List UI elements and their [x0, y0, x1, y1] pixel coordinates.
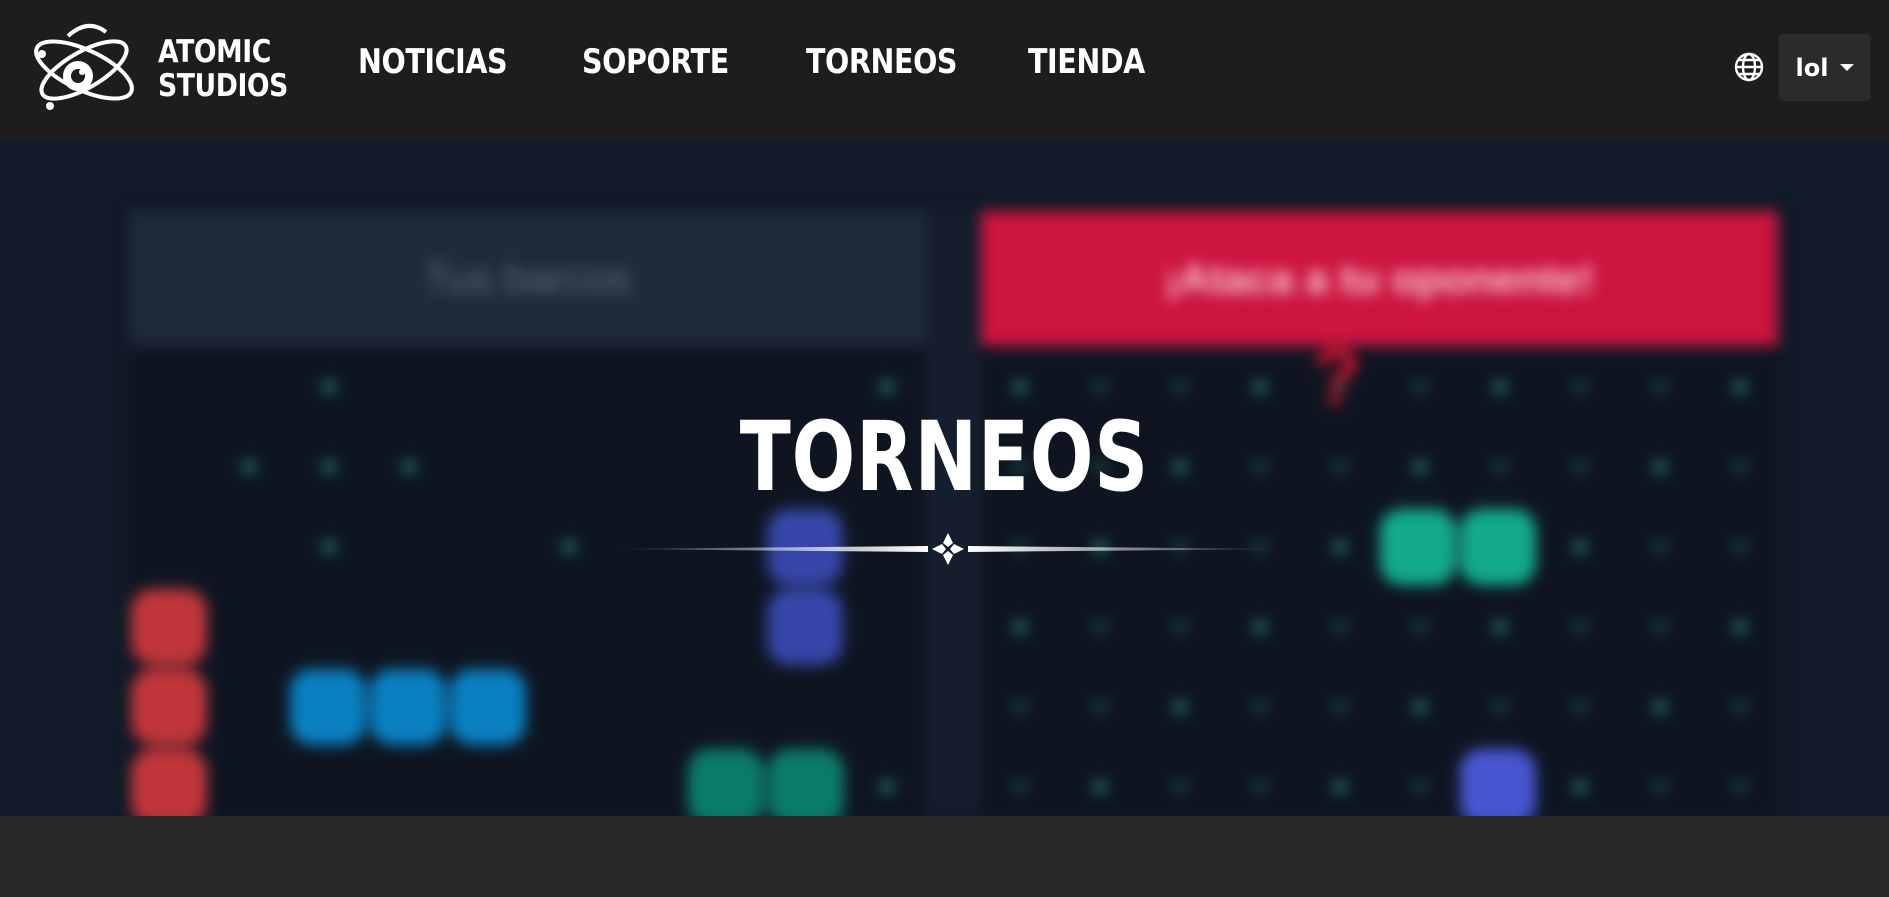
ship-segment	[688, 749, 764, 816]
grid-dot	[1094, 381, 1106, 393]
grid-dot	[1414, 621, 1426, 633]
brand-name: ATOMIC STUDIOS	[158, 35, 288, 103]
grid-dot	[323, 381, 335, 393]
page-title-text: TORNEOS	[739, 401, 1150, 513]
grid-dot	[881, 781, 893, 793]
grid-dot	[1494, 701, 1506, 713]
grid-dot	[1414, 381, 1426, 393]
ship-segment	[131, 749, 207, 816]
board-gap	[925, 211, 981, 816]
grid-dot	[1574, 701, 1586, 713]
user-menu-dropdown[interactable]: lol	[1779, 34, 1871, 101]
atom-logo-icon	[34, 24, 134, 110]
grid-dot	[1014, 381, 1026, 393]
grid-dot	[1574, 541, 1586, 553]
grid-dot	[1654, 701, 1666, 713]
grid-dot	[323, 541, 335, 553]
grid-dot	[1254, 381, 1266, 393]
hit-ship-segment	[1460, 749, 1536, 816]
grid-dot	[1734, 541, 1746, 553]
grid-dot	[1094, 781, 1106, 793]
grid-dot	[1254, 781, 1266, 793]
grid-dot	[1334, 781, 1346, 793]
hit-ship-segment	[1380, 509, 1456, 585]
ship-segment	[450, 669, 526, 745]
ship-segment	[290, 669, 366, 745]
grid-dot	[1174, 381, 1186, 393]
your-ships-header: Tus barcos	[130, 211, 925, 346]
grid-dot	[1654, 781, 1666, 793]
ship-segment	[768, 749, 844, 816]
attack-opponent-header: ¡Ataca a tu oponente!	[981, 211, 1778, 346]
ship-segment	[370, 669, 446, 745]
grid-dot	[1574, 621, 1586, 633]
grid-dot	[1414, 701, 1426, 713]
grid-dot	[1494, 621, 1506, 633]
grid-dot	[1574, 781, 1586, 793]
page-title: TORNEOS	[0, 401, 1889, 513]
grid-dot	[1254, 621, 1266, 633]
grid-dot	[1174, 621, 1186, 633]
top-navbar: ATOMIC STUDIOS NOTICIAS SOPORTE TORNEOS …	[0, 0, 1889, 141]
globe-icon[interactable]	[1733, 51, 1765, 83]
ornament-divider-icon	[608, 533, 1288, 565]
nav-tienda[interactable]: TIENDA	[1028, 42, 1145, 82]
main-nav: NOTICIAS SOPORTE TORNEOS TIENDA	[358, 42, 1231, 82]
nav-soporte[interactable]: SOPORTE	[582, 42, 729, 82]
grid-dot	[1334, 541, 1346, 553]
grid-dot	[1014, 701, 1026, 713]
grid-dot	[1414, 781, 1426, 793]
grid-dot	[1334, 701, 1346, 713]
footer-strip	[0, 816, 1889, 897]
grid-dot	[1734, 621, 1746, 633]
grid-dot	[1094, 701, 1106, 713]
nav-noticias[interactable]: NOTICIAS	[358, 42, 508, 82]
grid-dot	[1014, 781, 1026, 793]
grid-dot	[1174, 781, 1186, 793]
grid-dot	[1494, 381, 1506, 393]
caret-down-icon	[1840, 64, 1855, 71]
grid-dot	[1734, 381, 1746, 393]
grid-dot	[563, 541, 575, 553]
grid-dot	[1574, 381, 1586, 393]
grid-dot	[1174, 701, 1186, 713]
user-menu-label: lol	[1795, 53, 1829, 82]
ship-segment	[767, 589, 843, 665]
brand-home-link[interactable]: ATOMIC STUDIOS	[28, 14, 309, 124]
grid-dot	[1014, 621, 1026, 633]
grid-dot	[1654, 621, 1666, 633]
brand-line-2: STUDIOS	[158, 68, 288, 104]
grid-dot	[1094, 621, 1106, 633]
grid-dot	[1254, 701, 1266, 713]
hit-ship-segment	[1460, 509, 1536, 585]
grid-dot	[1734, 701, 1746, 713]
grid-dot	[1334, 621, 1346, 633]
grid-dot	[1654, 541, 1666, 553]
grid-dot	[881, 381, 893, 393]
brand-line-1: ATOMIC	[158, 34, 271, 70]
hero-banner: Tus barcos ¡Ataca a tu oponente! ? TORNE…	[0, 141, 1889, 816]
ship-segment	[131, 589, 207, 665]
grid-dot	[1654, 381, 1666, 393]
grid-dot	[1734, 781, 1746, 793]
nav-torneos[interactable]: TORNEOS	[806, 42, 958, 82]
ship-segment	[131, 669, 207, 745]
